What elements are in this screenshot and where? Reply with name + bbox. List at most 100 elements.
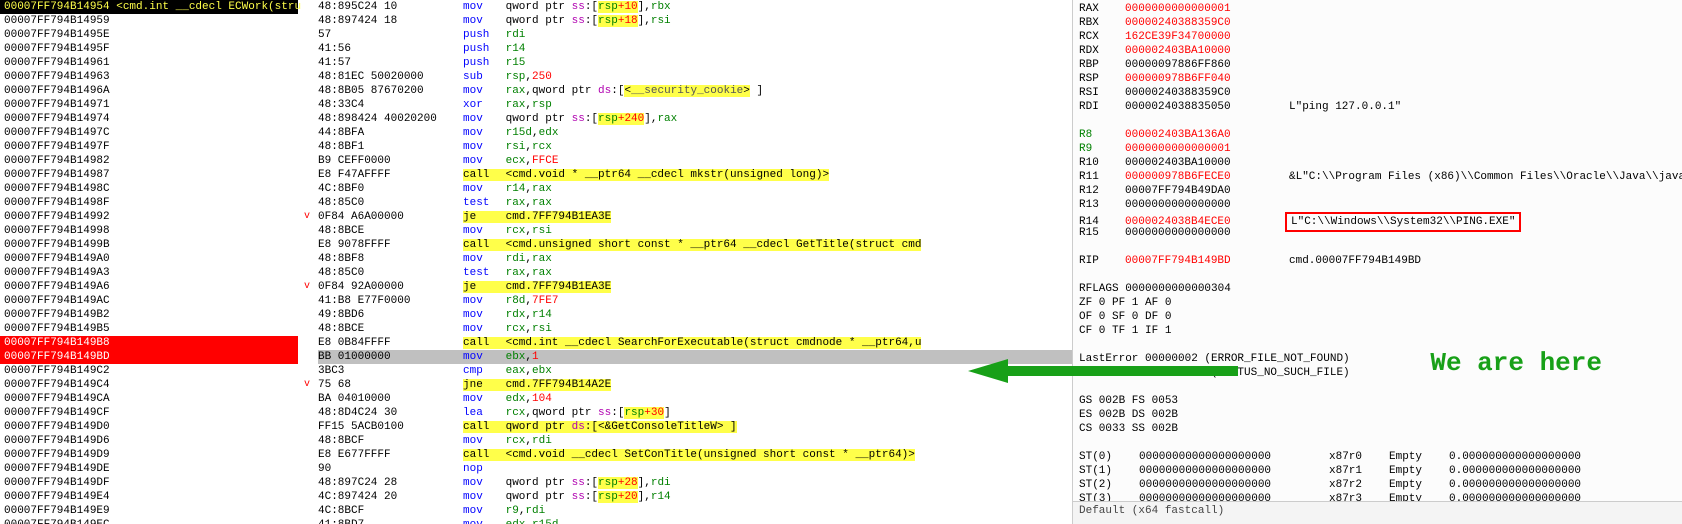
address-row[interactable]: 00007FF794B149A3 <box>0 266 298 280</box>
register-row[interactable]: RSI00000240388359C0 <box>1079 86 1676 100</box>
disasm-row[interactable]: 48:8B05 87670200mov rax,qword ptr ds:[<_… <box>318 84 1072 98</box>
disasm-row[interactable]: 48:898424 40020200mov qword ptr ss:[rsp+… <box>318 112 1072 126</box>
address-row[interactable]: 00007FF794B149A0 <box>0 252 298 266</box>
address-row[interactable]: 00007FF794B14959 <box>0 14 298 28</box>
register-row[interactable] <box>1079 240 1676 254</box>
address-row[interactable]: 00007FF794B149D9 <box>0 448 298 462</box>
annotation-label: We are here <box>1430 356 1602 370</box>
disasm-row[interactable]: E8 9078FFFFcall <cmd.unsigned short cons… <box>318 238 1072 252</box>
address-row[interactable]: 00007FF794B149DF <box>0 476 298 490</box>
register-row[interactable]: R130000000000000000 <box>1079 198 1676 212</box>
address-row[interactable]: 00007FF794B149DE <box>0 462 298 476</box>
disasm-row[interactable]: BB 01000000mov ebx,1 <box>318 350 1072 364</box>
register-row[interactable]: RDI0000024038835050L"ping 127.0.0.1" <box>1079 100 1676 114</box>
address-row[interactable]: 00007FF794B14961 <box>0 56 298 70</box>
disasm-row[interactable]: BA 04010000mov edx,104 <box>318 392 1072 406</box>
disasm-row[interactable]: 48:33C4xor rax,rsp <box>318 98 1072 112</box>
register-row[interactable]: RIP00007FF794B149BDcmd.00007FF794B149BD <box>1079 254 1676 268</box>
disasm-row[interactable]: 41:B8 E77F0000mov r8d,7FE7 <box>318 294 1072 308</box>
disasm-row[interactable]: 57push rdi <box>318 28 1072 42</box>
register-row[interactable]: R1200007FF794B49DA0 <box>1079 184 1676 198</box>
disasm-row[interactable]: 48:895C24 10mov qword ptr ss:[rsp+10],rb… <box>318 0 1072 14</box>
address-row[interactable]: 00007FF794B14982 <box>0 154 298 168</box>
address-row[interactable]: 00007FF794B1495F <box>0 42 298 56</box>
register-row[interactable]: R11000000978B6FECE0&L"C:\\Program Files … <box>1079 170 1676 184</box>
register-panel[interactable]: RAX0000000000000001RBX00000240388359C0RC… <box>1072 0 1682 524</box>
disasm-row[interactable]: 44:8BFAmov r15d,edx <box>318 126 1072 140</box>
disasm-row[interactable]: v0F84 A6A00000je cmd.7FF794B1EA3E <box>318 210 1072 224</box>
disasm-row[interactable]: 4C:897424 20mov qword ptr ss:[rsp+20],r1… <box>318 490 1072 504</box>
address-row[interactable]: 00007FF794B14971 <box>0 98 298 112</box>
register-row[interactable]: R10000002403BA10000 <box>1079 156 1676 170</box>
disassembly-panel[interactable]: 48:895C24 10mov qword ptr ss:[rsp+10],rb… <box>298 0 1072 524</box>
address-column[interactable]: 00007FF794B14954 <cmd.int __cdecl ECWork… <box>0 0 298 524</box>
address-row[interactable]: 00007FF794B14987 <box>0 168 298 182</box>
address-row[interactable]: 00007FF794B149C2 <box>0 364 298 378</box>
address-row[interactable]: 00007FF794B149B8 <box>0 336 298 350</box>
disasm-row[interactable]: E8 0B84FFFFcall <cmd.int __cdecl SearchF… <box>318 336 1072 350</box>
disasm-row[interactable]: 48:8BF8mov rdi,rax <box>318 252 1072 266</box>
disasm-row[interactable]: 49:8BD6mov rdx,r14 <box>318 308 1072 322</box>
address-row[interactable]: 00007FF794B149D6 <box>0 434 298 448</box>
address-row[interactable]: 00007FF794B14954 <cmd.int __cdecl ECWork… <box>0 0 298 14</box>
disasm-row[interactable]: 48:85C0test rax,rax <box>318 266 1072 280</box>
disasm-row[interactable]: E8 F47AFFFFcall <cmd.void * __ptr64 __cd… <box>318 168 1072 182</box>
disasm-row[interactable]: v0F84 92A00000je cmd.7FF794B1EA3E <box>318 280 1072 294</box>
disasm-row[interactable]: 48:85C0test rax,rax <box>318 196 1072 210</box>
register-row[interactable]: RAX0000000000000001 <box>1079 2 1676 16</box>
disasm-row[interactable]: B9 CEFF0000mov ecx,FFCE <box>318 154 1072 168</box>
disasm-row[interactable]: 41:57push r15 <box>318 56 1072 70</box>
disasm-row[interactable]: v75 68jne cmd.7FF794B14A2E <box>318 378 1072 392</box>
flags-row: ZF 0 PF 1 AF 0 <box>1079 296 1676 310</box>
address-row[interactable]: 00007FF794B1499B <box>0 238 298 252</box>
disasm-row[interactable]: 48:897424 18mov qword ptr ss:[rsp+18],rs… <box>318 14 1072 28</box>
address-row[interactable]: 00007FF794B1498C <box>0 182 298 196</box>
address-row[interactable]: 00007FF794B149A6 <box>0 280 298 294</box>
address-row[interactable]: 00007FF794B149E9 <box>0 504 298 518</box>
address-row[interactable]: 00007FF794B1498F <box>0 196 298 210</box>
disasm-row[interactable]: 48:897C24 28mov qword ptr ss:[rsp+28],rd… <box>318 476 1072 490</box>
register-row[interactable]: R8000002403BA136A0 <box>1079 128 1676 142</box>
disasm-row[interactable]: 48:8BCFmov rcx,rdi <box>318 434 1072 448</box>
address-row[interactable]: 00007FF794B1496A <box>0 84 298 98</box>
register-row[interactable]: R140000024038B4ECE0L"C:\\Windows\\System… <box>1079 212 1676 226</box>
register-row[interactable]: RDX000002403BA10000 <box>1079 44 1676 58</box>
disasm-row[interactable]: E8 E677FFFFcall <cmd.void __cdecl SetCon… <box>318 448 1072 462</box>
address-row[interactable]: 00007FF794B149CF <box>0 406 298 420</box>
address-row[interactable]: 00007FF794B149B5 <box>0 322 298 336</box>
register-row[interactable]: R90000000000000001 <box>1079 142 1676 156</box>
address-row[interactable]: 00007FF794B149CA <box>0 392 298 406</box>
register-row[interactable]: RCX162CE39F34700000 <box>1079 30 1676 44</box>
address-row[interactable]: 00007FF794B149BD <box>0 350 298 364</box>
address-row[interactable]: 00007FF794B14998 <box>0 224 298 238</box>
disasm-row[interactable]: 48:8D4C24 30lea rcx,qword ptr ss:[rsp+30… <box>318 406 1072 420</box>
disasm-row[interactable]: 48:8BCEmov rcx,rsi <box>318 322 1072 336</box>
address-row[interactable]: 00007FF794B149AC <box>0 294 298 308</box>
register-row[interactable]: RSP000000978B6FF040 <box>1079 72 1676 86</box>
register-row[interactable]: RBP00000097886FF860 <box>1079 58 1676 72</box>
disasm-row[interactable]: FF15 5ACB0100call qword ptr ds:[<&GetCon… <box>318 420 1072 434</box>
segs-row: ES 002B DS 002B <box>1079 408 1676 422</box>
disasm-row[interactable]: 4C:8BCFmov r9,rdi <box>318 504 1072 518</box>
register-row[interactable] <box>1079 114 1676 128</box>
address-row[interactable]: 00007FF794B14974 <box>0 112 298 126</box>
disasm-row[interactable]: 48:8BF1mov rsi,rcx <box>318 140 1072 154</box>
disasm-row[interactable]: 41:56push r14 <box>318 42 1072 56</box>
address-row[interactable]: 00007FF794B149D0 <box>0 420 298 434</box>
register-row[interactable]: RBX00000240388359C0 <box>1079 16 1676 30</box>
address-row[interactable]: 00007FF794B14963 <box>0 70 298 84</box>
disasm-row[interactable]: 41:8BD7mov edx,r15d <box>318 518 1072 524</box>
disasm-row[interactable]: 48:81EC 50020000sub rsp,250 <box>318 70 1072 84</box>
address-row[interactable]: 00007FF794B1495E <box>0 28 298 42</box>
disasm-row[interactable]: 90nop <box>318 462 1072 476</box>
address-row[interactable]: 00007FF794B1497F <box>0 140 298 154</box>
address-row[interactable]: 00007FF794B149E4 <box>0 490 298 504</box>
disasm-row[interactable]: 3BC3cmp eax,ebx <box>318 364 1072 378</box>
address-row[interactable]: 00007FF794B14992 <box>0 210 298 224</box>
disasm-row[interactable]: 48:8BCEmov rcx,rsi <box>318 224 1072 238</box>
address-row[interactable]: 00007FF794B149C4 <box>0 378 298 392</box>
address-row[interactable]: 00007FF794B1497C <box>0 126 298 140</box>
address-row[interactable]: 00007FF794B149B2 <box>0 308 298 322</box>
disasm-row[interactable]: 4C:8BF0mov r14,rax <box>318 182 1072 196</box>
address-row[interactable]: 00007FF794B149EC <box>0 518 298 524</box>
